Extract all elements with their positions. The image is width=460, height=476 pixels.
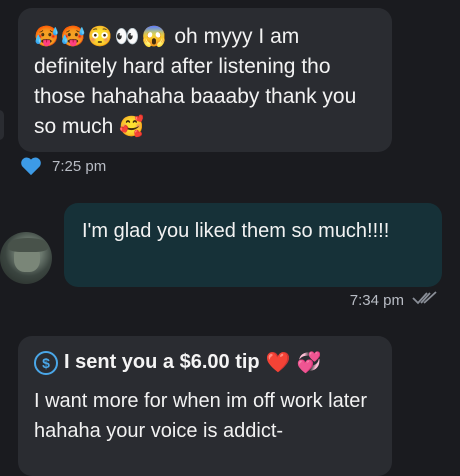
double-check-icon [412, 290, 440, 310]
emoji: 💞 [296, 352, 322, 374]
emoji: 🥵 [34, 26, 59, 48]
message-time: 7:34 pm [349, 291, 404, 309]
tip-line: $ I sent you a $6.00 tip ❤️ 💞 [34, 350, 321, 375]
emoji: 🥵 [60, 26, 86, 48]
message-text: I'm glad you liked them so much!!!! [82, 220, 390, 242]
outgoing-message[interactable]: I'm glad you liked them so much!!!! [64, 203, 442, 287]
incoming-tip-message[interactable]: $ I sent you a $6.00 tip ❤️ 💞 I want mor… [18, 336, 392, 476]
previous-bubble-edge [0, 110, 4, 140]
message-text: 🥵 🥵 😳 👀 😱 oh myyy I am definitely hard after… [34, 22, 384, 142]
avatar-hat [8, 238, 48, 252]
emoji: ❤️ [265, 352, 291, 374]
emoji: 😱 [141, 26, 167, 48]
message-meta: 7:25 pm [20, 156, 106, 176]
message-meta: 7:34 pm [350, 290, 440, 310]
incoming-message[interactable]: 🥵 🥵 😳 👀 😱 oh myyy I am definitely hard after… [18, 8, 392, 152]
emoji: 🥰 [119, 116, 145, 138]
message-text: I want more for when im off work later h… [34, 390, 368, 442]
heart-icon[interactable] [20, 156, 42, 176]
tip-label: I sent you a $6.00 tip [64, 351, 260, 373]
dollar-icon: $ [34, 350, 58, 375]
emoji: 😳 [87, 26, 113, 48]
avatar[interactable] [0, 232, 52, 284]
emoji: 👀 [114, 26, 140, 48]
message-time: 7:25 pm [52, 157, 107, 175]
